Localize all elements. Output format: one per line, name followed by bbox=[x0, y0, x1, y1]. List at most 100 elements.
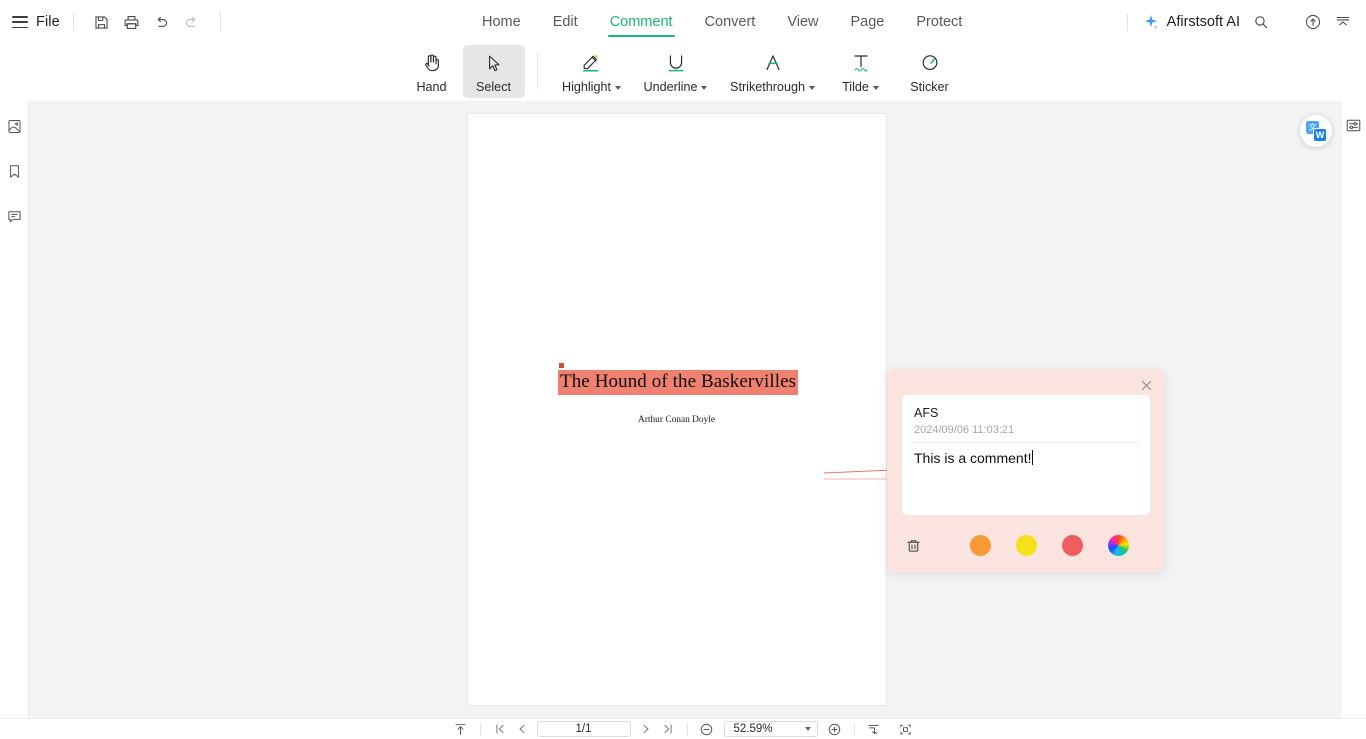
tab-home[interactable]: Home bbox=[466, 0, 537, 44]
text-cursor bbox=[1032, 450, 1034, 465]
close-icon[interactable] bbox=[1138, 377, 1154, 393]
comment-anchor-marker[interactable] bbox=[559, 363, 564, 368]
tool-label: Underline bbox=[644, 80, 708, 94]
highlighter-icon bbox=[579, 50, 605, 76]
divider bbox=[686, 723, 688, 735]
comment-popup[interactable]: AFS 2024/09/06 11:03:21 This is a commen… bbox=[887, 369, 1165, 572]
comments-panel-icon[interactable] bbox=[2, 204, 26, 228]
tab-page[interactable]: Page bbox=[835, 0, 901, 44]
ribbon-tabs: Home Edit Comment Convert View Page Prot… bbox=[466, 0, 978, 44]
left-sidebar-rail bbox=[0, 101, 29, 718]
zoom-level-value: 52.59% bbox=[733, 723, 773, 735]
last-page-icon[interactable] bbox=[657, 720, 679, 738]
print-icon[interactable] bbox=[117, 7, 147, 37]
page-number-input[interactable]: 1/1 bbox=[536, 721, 631, 737]
tool-strikethrough[interactable]: Strikethrough bbox=[718, 45, 828, 98]
search-icon[interactable] bbox=[1246, 7, 1276, 37]
next-page-icon[interactable] bbox=[635, 720, 657, 738]
divider bbox=[72, 13, 74, 31]
collapse-ribbon-icon[interactable] bbox=[1328, 7, 1358, 37]
prev-page-icon[interactable] bbox=[511, 720, 533, 738]
divider bbox=[1126, 13, 1128, 31]
tool-sticker[interactable]: Sticker bbox=[894, 45, 966, 98]
zoom-level-select[interactable]: 52.59% bbox=[723, 721, 818, 737]
hand-icon bbox=[421, 50, 443, 76]
tool-tilde[interactable]: Tilde bbox=[828, 45, 894, 98]
divider bbox=[536, 53, 538, 89]
tool-underline[interactable]: Underline bbox=[634, 45, 718, 98]
chevron-down-icon[interactable] bbox=[615, 85, 621, 90]
tool-highlight[interactable]: Highlight bbox=[550, 45, 634, 98]
translate-icon[interactable]: 文 W bbox=[1300, 115, 1332, 147]
afirstsoft-ai-button[interactable]: Afirstsoft AI bbox=[1142, 13, 1240, 31]
hamburger-menu-icon[interactable] bbox=[12, 16, 28, 28]
top-menu-bar: File Home Edit Comment Convert View Page… bbox=[0, 0, 1366, 44]
tool-label-text: Tilde bbox=[842, 80, 869, 94]
comment-card[interactable]: AFS 2024/09/06 11:03:21 This is a commen… bbox=[902, 395, 1150, 515]
trash-icon[interactable] bbox=[902, 534, 924, 556]
color-wheel[interactable] bbox=[1108, 534, 1129, 556]
tool-label: Tilde bbox=[842, 80, 879, 94]
tab-convert[interactable]: Convert bbox=[689, 0, 772, 44]
color-orange[interactable] bbox=[970, 534, 991, 556]
comment-text-input[interactable]: This is a comment! bbox=[914, 450, 1034, 466]
file-menu-button[interactable]: File bbox=[36, 14, 60, 30]
first-page-icon[interactable] bbox=[489, 720, 511, 738]
chevron-down-icon[interactable] bbox=[701, 85, 708, 90]
tool-label-text: Underline bbox=[643, 80, 698, 94]
bookmarks-icon[interactable] bbox=[2, 159, 26, 183]
chevron-down-icon[interactable] bbox=[872, 85, 879, 90]
tool-label: Strikethrough bbox=[730, 80, 815, 94]
document-author-text: Arthur Conan Doyle bbox=[638, 415, 716, 425]
bottom-status-bar: 1/1 52.59% bbox=[0, 718, 1366, 739]
divider bbox=[479, 723, 481, 735]
tool-label: Hand bbox=[416, 80, 447, 94]
comment-ribbon-toolbar: Hand Select Highlight Underline Striketh… bbox=[0, 44, 1366, 101]
highlighted-title-text[interactable]: The Hound of the Baskervilles bbox=[558, 370, 799, 395]
chevron-down-icon[interactable] bbox=[804, 727, 811, 731]
tilde-icon bbox=[849, 50, 873, 76]
pdf-page[interactable]: The Hound of the Baskervilles Arthur Con… bbox=[468, 114, 886, 705]
right-sidebar-rail bbox=[1342, 101, 1366, 718]
tool-label-text: Strikethrough bbox=[730, 80, 805, 94]
chevron-down-icon[interactable] bbox=[808, 85, 815, 90]
strikethrough-icon bbox=[760, 50, 786, 76]
cursor-arrow-icon bbox=[483, 50, 504, 76]
undo-icon[interactable] bbox=[147, 7, 177, 37]
application-window: File Home Edit Comment Convert View Page… bbox=[0, 0, 1366, 739]
tool-label: Select bbox=[475, 80, 511, 94]
color-yellow[interactable] bbox=[1016, 534, 1037, 556]
underline-icon bbox=[663, 50, 689, 76]
comment-toolbar bbox=[902, 532, 1150, 558]
comment-timestamp: 2024/09/06 11:03:21 bbox=[914, 424, 1015, 436]
settings-sliders-icon[interactable] bbox=[1343, 115, 1363, 135]
tool-select[interactable]: Select bbox=[462, 45, 525, 98]
translate-glyph-target: W bbox=[1313, 128, 1327, 142]
tab-edit[interactable]: Edit bbox=[537, 0, 594, 44]
upload-to-top-icon[interactable] bbox=[450, 720, 472, 738]
ai-label: Afirstsoft AI bbox=[1166, 14, 1240, 30]
divider bbox=[853, 723, 855, 735]
tool-hand[interactable]: Hand bbox=[401, 45, 463, 98]
ai-sparkle-icon bbox=[1144, 14, 1158, 30]
page-thumbnails-icon[interactable] bbox=[2, 114, 26, 138]
color-red[interactable] bbox=[1062, 534, 1083, 556]
divider bbox=[219, 13, 221, 31]
document-viewport[interactable]: The Hound of the Baskervilles Arthur Con… bbox=[29, 101, 1366, 718]
save-icon[interactable] bbox=[87, 7, 117, 37]
tool-label-text: Highlight bbox=[561, 80, 611, 94]
fit-width-icon[interactable] bbox=[895, 720, 917, 738]
zoom-out-icon[interactable] bbox=[696, 720, 718, 738]
cloud-upload-icon[interactable] bbox=[1298, 7, 1328, 37]
tab-protect[interactable]: Protect bbox=[900, 0, 978, 44]
tab-comment[interactable]: Comment bbox=[594, 0, 689, 44]
redo-icon[interactable] bbox=[177, 7, 207, 37]
topbar-left-group: File bbox=[0, 0, 234, 44]
comment-text-value: This is a comment! bbox=[914, 450, 1032, 466]
topbar-right-group: Afirstsoft AI bbox=[1115, 0, 1366, 44]
fit-page-icon[interactable] bbox=[863, 720, 885, 738]
divider bbox=[914, 442, 1138, 443]
zoom-in-icon[interactable] bbox=[824, 720, 846, 738]
color-swatch-group bbox=[970, 534, 1129, 556]
tab-view[interactable]: View bbox=[771, 0, 834, 44]
